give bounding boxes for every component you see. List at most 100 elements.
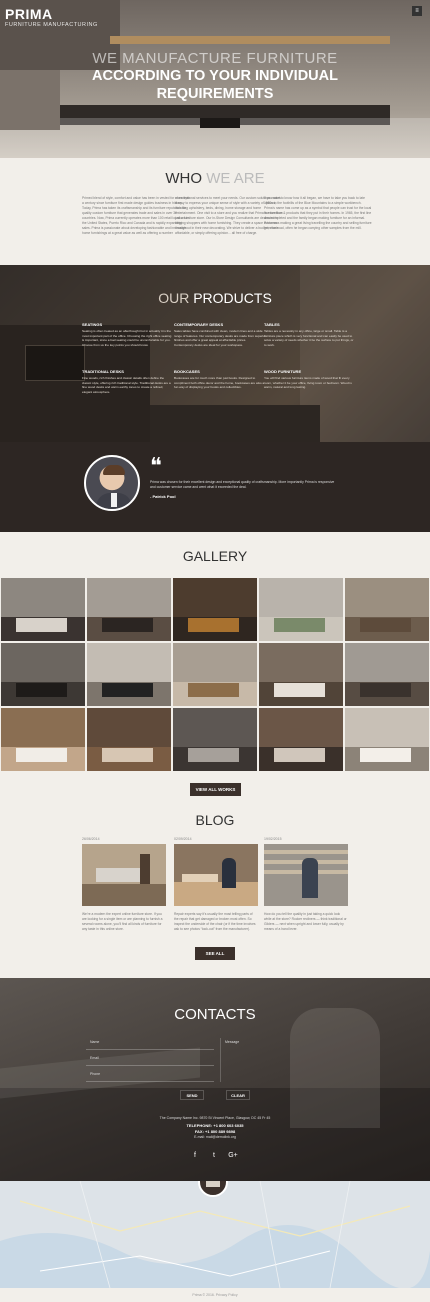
- products-title: OUR PRODUCTS: [0, 290, 430, 306]
- gallery-item[interactable]: [0, 577, 86, 642]
- product-tables[interactable]: TABLES Tables are a necessity in any off…: [264, 322, 356, 347]
- product-traditional-desks[interactable]: TRADITIONAL DESKS Fine woods, rich finis…: [82, 369, 174, 394]
- gallery-furniture: [274, 748, 325, 763]
- hero-heading: WE MANUFACTURE FURNITURE ACCORDING TO YO…: [0, 50, 430, 103]
- hero-line-3: REQUIREMENTS: [156, 86, 274, 102]
- product-name: BOOKCASES: [174, 369, 200, 374]
- telephone: TELEPHONE: +1 800 603 6035: [186, 1123, 244, 1128]
- gallery-furniture: [360, 683, 411, 698]
- blog-post[interactable]: 26/06/2014 We’re a modern the expert onl…: [82, 837, 166, 932]
- product-name: CONTEMPORARY DESKS: [174, 322, 224, 327]
- product-text: Seating is often treated as an afterthou…: [82, 329, 172, 347]
- product-text: Sales tables have combined with clean, m…: [174, 329, 266, 347]
- gallery-item[interactable]: [172, 642, 258, 707]
- brand-logo[interactable]: PRIMA FURNITURE MANUFACTURING: [5, 6, 98, 28]
- twitter-icon[interactable]: t: [208, 1150, 220, 1162]
- fax: FAX: +1 800 889 9898: [194, 1129, 236, 1134]
- gallery-furniture: [188, 748, 239, 763]
- product-name: TABLES: [264, 322, 280, 327]
- gallery-furniture: [102, 683, 153, 698]
- avatar: [84, 455, 140, 511]
- gallery-item[interactable]: [344, 577, 430, 642]
- gallery-title: GALLERY: [182, 548, 248, 564]
- who-title-light: WE ARE: [206, 170, 265, 187]
- product-name: WOOD FURNITURE: [264, 369, 302, 374]
- gallery-furniture: [360, 748, 411, 763]
- see-all-button[interactable]: SEE ALL: [195, 947, 235, 960]
- gallery-furniture: [188, 618, 239, 633]
- product-contemporary-desks[interactable]: CONTEMPORARY DESKS Sales tables have com…: [174, 322, 266, 347]
- gallery-furniture: [274, 683, 325, 698]
- contacts-title: CONTACTS: [174, 1006, 256, 1023]
- product-bookcases[interactable]: BOOKCASES Bookcases are for much more th…: [174, 369, 266, 390]
- gallery-item[interactable]: [0, 642, 86, 707]
- gallery-grid: [0, 577, 430, 772]
- product-text: Bookcases are for much more than just bo…: [174, 376, 265, 389]
- post-excerpt: How do you tell the quality in just taki…: [264, 912, 347, 931]
- gallery-item[interactable]: [258, 577, 344, 642]
- gallery-furniture: [16, 683, 67, 698]
- post-date: 02/09/2014: [174, 837, 192, 841]
- message-field[interactable]: Message: [220, 1038, 345, 1082]
- gallery-furniture: [102, 618, 153, 633]
- post-date: 26/06/2014: [82, 837, 100, 841]
- menu-icon[interactable]: ≡: [412, 6, 422, 16]
- clear-button[interactable]: CLEAR: [226, 1090, 250, 1100]
- post-image[interactable]: [174, 844, 258, 906]
- map-graphic: [0, 1181, 430, 1288]
- blog-post[interactable]: 19/02/2015 How do you tell the quality i…: [264, 837, 348, 932]
- gallery-furniture: [274, 618, 325, 633]
- gallery-furniture: [16, 618, 67, 633]
- blog-title: BLOG: [195, 812, 235, 828]
- email-field[interactable]: Email: [86, 1054, 214, 1066]
- gallery-item[interactable]: [172, 707, 258, 772]
- quote-icon: ❝: [150, 454, 162, 479]
- gallery-item[interactable]: [172, 577, 258, 642]
- gallery-furniture: [360, 618, 411, 633]
- gallery-item[interactable]: [344, 707, 430, 772]
- name-field[interactable]: Name: [86, 1038, 214, 1050]
- testimonial-author: - Patrick Pool: [150, 494, 176, 499]
- gallery-item[interactable]: [344, 642, 430, 707]
- gallery-item[interactable]: [0, 707, 86, 772]
- who-title-strong: WHO: [165, 170, 203, 187]
- email-placeholder: Email: [90, 1056, 99, 1060]
- gallery-item[interactable]: [86, 642, 172, 707]
- phone-field[interactable]: Phone: [86, 1070, 214, 1082]
- gallery-furniture: [102, 748, 153, 763]
- product-seatings[interactable]: SEATINGS Seating is often treated as an …: [82, 322, 174, 347]
- google-plus-icon[interactable]: G+: [227, 1150, 239, 1162]
- brand-tagline: FURNITURE MANUFACTURING: [5, 22, 98, 28]
- gallery-item[interactable]: [86, 707, 172, 772]
- send-button[interactable]: SEND: [180, 1090, 204, 1100]
- brand-name: PRIMA: [5, 6, 53, 22]
- product-name: SEATINGS: [82, 322, 103, 327]
- facebook-icon[interactable]: f: [189, 1150, 201, 1162]
- view-all-works-button[interactable]: VIEW ALL WORKS: [190, 783, 241, 796]
- who-column-3: If you want to know how it all began, we…: [264, 196, 372, 230]
- hero-line-1: WE MANUFACTURE FURNITURE: [92, 50, 338, 67]
- product-name: TRADITIONAL DESKS: [82, 369, 124, 374]
- post-image[interactable]: [82, 844, 166, 906]
- gallery-item[interactable]: [258, 642, 344, 707]
- hero-line-2: ACCORDING TO YOUR INDIVIDUAL: [92, 68, 338, 84]
- address: The Company Name Inc. 9870 St Vincent Pl…: [159, 1116, 271, 1120]
- product-text: Tables are a necessity in any office, la…: [264, 329, 354, 347]
- gallery-item[interactable]: [86, 577, 172, 642]
- phone-placeholder: Phone: [90, 1072, 101, 1076]
- post-excerpt: We’re a modern the expert online furnitu…: [82, 912, 163, 931]
- blog-post[interactable]: 02/09/2014 Repair experts say it’s usual…: [174, 837, 258, 932]
- gallery-item[interactable]: [258, 707, 344, 772]
- gallery-furniture: [188, 683, 239, 698]
- products-section: OUR PRODUCTS SEATINGS Seating is often t…: [0, 265, 430, 442]
- message-placeholder: Message: [225, 1040, 240, 1044]
- product-wood-furniture[interactable]: WOOD FURNITURE You will find various fur…: [264, 369, 356, 390]
- email-address[interactable]: E-mail: mail@demolink.org: [0, 1135, 430, 1139]
- products-title-strong: PRODUCTS: [193, 290, 272, 306]
- post-image[interactable]: [264, 844, 348, 906]
- post-date: 19/02/2015: [264, 837, 282, 841]
- who-we-are-section: WHO WE ARE Primed blend of style, comfor…: [0, 158, 430, 265]
- contacts-section: CONTACTS Name Email Phone Message SEND C…: [0, 978, 430, 1181]
- map[interactable]: [0, 1181, 430, 1288]
- footer: Prima © 2016. Privacy Policy: [0, 1288, 430, 1302]
